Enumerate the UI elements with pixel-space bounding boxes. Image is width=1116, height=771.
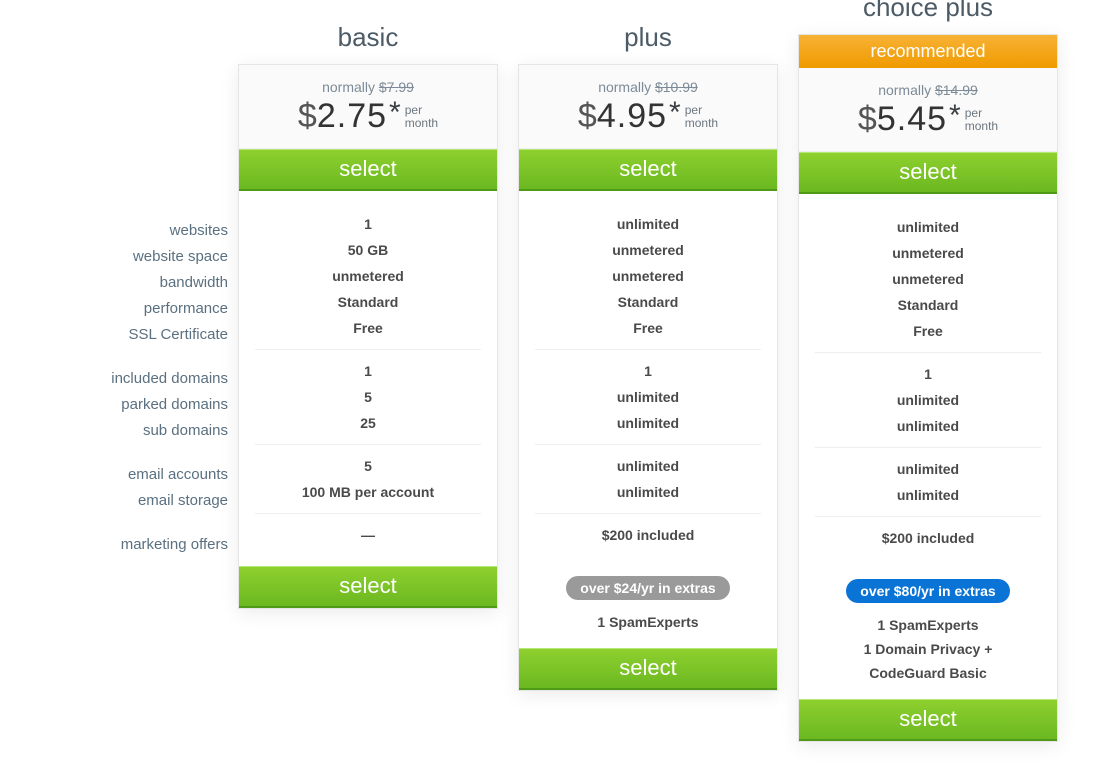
normally-price-basic: $7.99: [379, 79, 414, 95]
plus-email-storage: unlimited: [535, 479, 761, 505]
basic-websites: 1: [255, 211, 481, 237]
month-label: month: [405, 116, 438, 130]
month-label: month: [685, 116, 718, 130]
plus-ssl: Free: [535, 315, 761, 341]
extras-pill-plus: over $24/yr in extras: [566, 576, 729, 600]
extras-line: 1 SpamExperts: [535, 610, 761, 634]
select-button-plus-top[interactable]: select: [519, 149, 777, 191]
asterisk-icon: *: [949, 99, 961, 133]
label-ssl-certificate: SSL Certificate: [48, 322, 228, 348]
select-button-choice-plus-top[interactable]: select: [799, 152, 1057, 194]
extras-pill-choice-plus: over $80/yr in extras: [846, 579, 1009, 603]
plan-title-choice-plus: choice plus: [798, 0, 1058, 24]
price-block-plus: normally $10.99 $ 4.95 * per month: [519, 65, 777, 149]
choiceplus-email-storage: unlimited: [815, 482, 1041, 508]
price-amount-basic: 2.75: [317, 97, 387, 136]
select-button-plus-bottom[interactable]: select: [519, 648, 777, 690]
price-amount-choice-plus: 5.45: [877, 100, 947, 139]
basic-website-space: 50 GB: [255, 237, 481, 263]
basic-marketing-offers: —: [255, 522, 481, 548]
plus-parked-domains: unlimited: [535, 384, 761, 410]
basic-sub-domains: 25: [255, 410, 481, 436]
plan-plus: plus normally $10.99 $ 4.95 * per month …: [518, 20, 778, 691]
price-amount-plus: 4.95: [597, 97, 667, 136]
basic-email-storage: 100 MB per account: [255, 479, 481, 505]
plus-websites: unlimited: [535, 211, 761, 237]
asterisk-icon: *: [669, 96, 681, 130]
choiceplus-sub-domains: unlimited: [815, 413, 1041, 439]
currency-symbol: $: [858, 100, 877, 139]
currency-symbol: $: [578, 97, 597, 136]
choiceplus-bandwidth: unmetered: [815, 266, 1041, 292]
extras-line: 1 Domain Privacy +: [815, 637, 1041, 661]
select-button-basic-top[interactable]: select: [239, 149, 497, 191]
extras-choice-plus: over $80/yr in extras 1 SpamExperts 1 Do…: [799, 569, 1057, 699]
basic-bandwidth: unmetered: [255, 263, 481, 289]
normally-label: normally: [878, 82, 931, 98]
plan-title-basic: basic: [238, 20, 498, 54]
normally-label: normally: [598, 79, 651, 95]
extras-line: 1 SpamExperts: [815, 613, 1041, 637]
plus-sub-domains: unlimited: [535, 410, 761, 436]
label-performance: performance: [48, 296, 228, 322]
plus-email-accounts: unlimited: [535, 453, 761, 479]
label-marketing-offers: marketing offers: [48, 532, 228, 558]
plus-website-space: unmetered: [535, 237, 761, 263]
month-label: month: [965, 119, 998, 133]
choiceplus-websites: unlimited: [815, 214, 1041, 240]
price-block-basic: normally $7.99 $ 2.75 * per month: [239, 65, 497, 149]
label-email-storage: email storage: [48, 488, 228, 514]
extras-plus: over $24/yr in extras 1 SpamExperts: [519, 566, 777, 648]
normally-price-plus: $10.99: [655, 79, 698, 95]
label-parked-domains: parked domains: [48, 392, 228, 418]
normally-price-choice-plus: $14.99: [935, 82, 978, 98]
basic-ssl: Free: [255, 315, 481, 341]
plan-basic: basic normally $7.99 $ 2.75 * per month …: [238, 20, 498, 609]
select-button-choice-plus-bottom[interactable]: select: [799, 699, 1057, 741]
plus-included-domains: 1: [535, 358, 761, 384]
choiceplus-website-space: unmetered: [815, 240, 1041, 266]
asterisk-icon: *: [389, 96, 401, 130]
extras-line: CodeGuard Basic: [815, 661, 1041, 685]
choiceplus-parked-domains: unlimited: [815, 387, 1041, 413]
choiceplus-marketing-offers: $200 included: [815, 525, 1041, 551]
choiceplus-included-domains: 1: [815, 361, 1041, 387]
choiceplus-email-accounts: unlimited: [815, 456, 1041, 482]
choiceplus-performance: Standard: [815, 292, 1041, 318]
label-bandwidth: bandwidth: [48, 270, 228, 296]
currency-symbol: $: [298, 97, 317, 136]
plan-title-plus: plus: [518, 20, 778, 54]
price-block-choice-plus: normally $14.99 $ 5.45 * per month: [799, 68, 1057, 152]
label-sub-domains: sub domains: [48, 418, 228, 444]
basic-email-accounts: 5: [255, 453, 481, 479]
label-included-domains: included domains: [48, 366, 228, 392]
plus-bandwidth: unmetered: [535, 263, 761, 289]
select-button-basic-bottom[interactable]: select: [239, 566, 497, 608]
plus-performance: Standard: [535, 289, 761, 315]
feature-labels-column: websites website space bandwidth perform…: [48, 20, 228, 576]
label-websites: websites: [48, 218, 228, 244]
basic-performance: Standard: [255, 289, 481, 315]
basic-parked-domains: 5: [255, 384, 481, 410]
recommended-badge: recommended: [799, 35, 1057, 68]
label-website-space: website space: [48, 244, 228, 270]
pricing-table: websites website space bandwidth perform…: [40, 20, 1076, 742]
plus-marketing-offers: $200 included: [535, 522, 761, 548]
plan-choice-plus: choice plus recommended normally $14.99 …: [798, 0, 1058, 742]
choiceplus-ssl: Free: [815, 318, 1041, 344]
label-email-accounts: email accounts: [48, 462, 228, 488]
basic-included-domains: 1: [255, 358, 481, 384]
normally-label: normally: [322, 79, 375, 95]
